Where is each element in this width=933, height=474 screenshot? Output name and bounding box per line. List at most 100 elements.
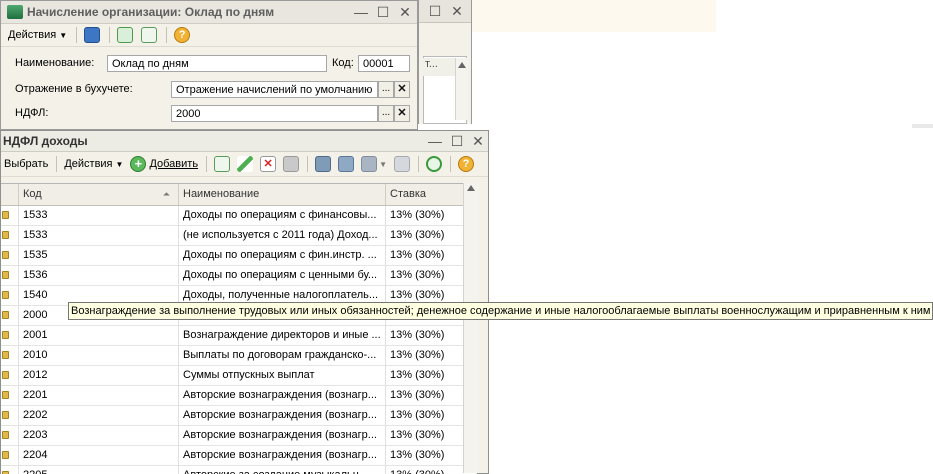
actions-label: Действия: [64, 158, 113, 170]
chevron-down-icon: ▼: [379, 159, 387, 169]
close-icon[interactable]: ✕: [397, 4, 413, 20]
catalog-item-icon: [2, 331, 9, 339]
refresh-button[interactable]: [423, 154, 445, 174]
table-row[interactable]: 2010 Выплаты по договорам гражданско-... 1…: [1, 346, 477, 366]
table-row[interactable]: 1535 Доходы по операциям с фин.инстр. ...…: [1, 246, 477, 266]
code-input[interactable]: 00001: [358, 55, 410, 72]
accounting-input[interactable]: Отражение начислений по умолчанию: [171, 81, 378, 98]
table-row[interactable]: 2203 Авторские вознаграждения (вознагр...…: [1, 426, 477, 446]
chevron-down-icon: ▼: [115, 159, 124, 169]
filter-history-button[interactable]: ▼: [358, 154, 390, 174]
name-cell: Авторские вознаграждения (вознагр...: [179, 426, 386, 445]
catalog-item-icon: [2, 371, 9, 379]
code-cell: 2010: [19, 346, 179, 365]
toolbar-separator: [56, 156, 58, 172]
row-icon-cell: [1, 366, 19, 385]
code-cell: 1533: [19, 226, 179, 245]
header-code[interactable]: Код ⏶: [19, 184, 179, 205]
select-button[interactable]: Выбрать: [1, 154, 51, 174]
accrual-toolbar: Действия ▼ ?: [1, 24, 417, 47]
code-cell: 2205: [19, 466, 179, 474]
header-icon-column: [1, 184, 19, 205]
table-row[interactable]: 2001 Вознаграждение директоров и иные ...…: [1, 326, 477, 346]
row-icon-cell: [1, 206, 19, 225]
catalog-item-icon: [2, 251, 9, 259]
row-icon-cell: [1, 346, 19, 365]
ndfl-clear-icon[interactable]: ✕: [394, 105, 410, 122]
ndfl-window-titlebar: НДФЛ доходы — ☐ ✕: [1, 131, 488, 152]
copy-button[interactable]: [211, 154, 233, 174]
code-cell: 2201: [19, 386, 179, 405]
table-row[interactable]: 1533 (не используется с 2011 года) Доход.…: [1, 226, 477, 246]
add-button[interactable]: + Добавить: [127, 154, 201, 174]
scroll-up-icon[interactable]: [467, 185, 475, 191]
window-title: Начисление организации: Оклад по дням: [27, 5, 275, 19]
header-name[interactable]: Наименование: [179, 184, 386, 205]
name-cell: Авторские за создание музыкальн...: [179, 466, 386, 474]
table-body: 1533 Доходы по операциям с финансовы... 13…: [1, 206, 477, 474]
refresh-button[interactable]: [114, 26, 136, 44]
table-row[interactable]: 2012 Суммы отпускных выплат 13% (30%): [1, 366, 477, 386]
name-cell: Авторские вознаграждения (вознагр...: [179, 446, 386, 465]
row-icon-cell: [1, 426, 19, 445]
name-cell: Доходы по операциям с фин.инстр. ...: [179, 246, 386, 265]
table-row[interactable]: 2204 Авторские вознаграждения (вознагр...…: [1, 446, 477, 466]
minimize-icon[interactable]: —: [353, 4, 369, 20]
refresh-icon: [117, 27, 134, 43]
maximize-icon[interactable]: ☐: [449, 133, 465, 149]
minimize-icon[interactable]: —: [427, 133, 443, 149]
delete-icon: ✕: [260, 156, 277, 172]
table-row[interactable]: 1533 Доходы по операциям с финансовы... 13…: [1, 206, 477, 226]
filter-by-value-button[interactable]: [335, 154, 357, 174]
table-row[interactable]: 1536 Доходы по операциям с ценными бу... 1…: [1, 266, 477, 286]
accrual-window-titlebar: Начисление организации: Оклад по дням — …: [1, 1, 417, 24]
row-icon-cell: [1, 226, 19, 245]
row-icon-cell: [1, 386, 19, 405]
add-icon: +: [130, 156, 147, 172]
table-row[interactable]: 2202 Авторские вознаграждения (вознагр...…: [1, 406, 477, 426]
close-icon[interactable]: ✕: [449, 3, 465, 19]
code-label: Код:: [332, 57, 354, 69]
maximize-icon[interactable]: ☐: [375, 4, 391, 20]
accounting-select-button[interactable]: ...: [378, 81, 394, 98]
copy-button[interactable]: [138, 26, 160, 44]
help-button[interactable]: ?: [171, 26, 193, 44]
back-window-scrollbar[interactable]: [455, 58, 468, 120]
accounting-label: Отражение в бухучете:: [15, 83, 133, 95]
filter-off-button[interactable]: [391, 154, 413, 174]
row-icon-cell: [1, 246, 19, 265]
filter-button[interactable]: [312, 154, 334, 174]
edit-button[interactable]: [234, 154, 256, 174]
close-icon[interactable]: ✕: [470, 133, 486, 149]
actions-menu-button[interactable]: Действия ▼: [61, 154, 126, 174]
name-cell: Доходы по операциям с финансовы...: [179, 206, 386, 225]
help-button[interactable]: ?: [455, 154, 477, 174]
vertical-scrollbar[interactable]: [463, 183, 479, 473]
row-icon-cell: [1, 286, 19, 305]
background-strip: [470, 0, 716, 32]
chevron-down-icon: ▼: [59, 30, 68, 40]
accounting-clear-icon[interactable]: ✕: [394, 81, 410, 98]
table-row[interactable]: 2201 Авторские вознаграждения (вознагр...…: [1, 386, 477, 406]
ndfl-label: НДФЛ:: [15, 107, 49, 119]
ndfl-select-button[interactable]: ...: [378, 105, 394, 122]
ndfl-input[interactable]: 2000: [171, 105, 378, 122]
table-row[interactable]: 2205Авторские за создание музыкальн...13…: [1, 466, 477, 474]
add-label: Добавить: [149, 158, 199, 170]
filter-value-icon: [338, 156, 355, 172]
name-cell: Суммы отпускных выплат: [179, 366, 386, 385]
post-button[interactable]: [81, 26, 103, 44]
delete-button[interactable]: ✕: [257, 154, 279, 174]
save-button[interactable]: [280, 154, 302, 174]
catalog-item-icon: [2, 451, 9, 459]
accrual-window: Начисление организации: Оклад по дням — …: [0, 0, 418, 130]
code-cell: 2204: [19, 446, 179, 465]
scroll-up-icon[interactable]: [458, 62, 466, 68]
maximize-icon[interactable]: ☐: [427, 3, 443, 19]
back-window-column-label: т...: [423, 58, 455, 76]
ndfl-table[interactable]: Код ⏶ Наименование Ставка 1533 Доходы по …: [1, 183, 477, 474]
help-icon: ?: [174, 27, 191, 43]
name-input[interactable]: Оклад по дням: [107, 55, 327, 72]
toolbar-separator: [109, 27, 111, 43]
actions-menu-button[interactable]: Действия ▼: [5, 26, 70, 44]
